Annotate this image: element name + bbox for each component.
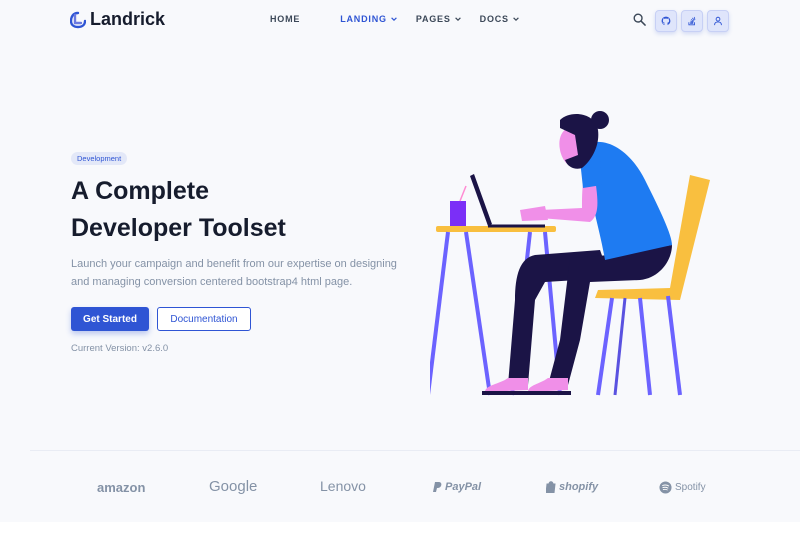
nav-item-pages[interactable]: PAGES — [416, 14, 462, 24]
laptop — [470, 174, 492, 226]
hero-description: Launch your campaign and benefit from ou… — [71, 258, 397, 288]
search-icon[interactable] — [633, 13, 646, 26]
nav-item-label: DOCS — [479, 14, 509, 24]
client-logo-spotify: Spotify — [659, 481, 706, 494]
client-logo-shopify: shopify — [546, 481, 598, 493]
client-name: amazon — [97, 480, 146, 495]
nav-item-home[interactable]: HOME — [270, 14, 300, 24]
client-logo-lenovo: Lenovo — [320, 478, 366, 494]
stackoverflow-button[interactable] — [681, 10, 703, 32]
spotify-icon — [659, 481, 672, 494]
brand-logo[interactable]: Landrick — [70, 9, 165, 30]
paypal-icon — [433, 481, 442, 492]
nav-item-label: LANDING — [340, 14, 387, 24]
nav-item-label: PAGES — [415, 14, 451, 24]
version-text: Current Version: v2.6.0 — [71, 343, 169, 354]
stackoverflow-icon — [688, 16, 696, 26]
chevron-down-icon — [513, 17, 519, 22]
client-logo-amazon: amazon — [97, 480, 145, 495]
get-started-button[interactable]: Get Started — [71, 307, 149, 331]
user-button[interactable] — [707, 10, 729, 32]
user-icon — [714, 16, 722, 26]
next-section — [0, 522, 800, 550]
shopify-bag-icon — [546, 481, 556, 493]
nav-item-landing[interactable]: LANDING — [340, 14, 398, 24]
nav-item-label: HOME — [270, 14, 301, 24]
client-name: shopify — [559, 481, 599, 493]
client-name: PayPal — [445, 481, 482, 493]
github-icon — [661, 16, 671, 26]
nav-item-docs[interactable]: DOCS — [480, 14, 520, 24]
client-name: Google — [209, 478, 258, 495]
client-logo-paypal: PayPal — [433, 481, 481, 493]
hero-title-line: A Complete — [71, 177, 209, 205]
client-name: Lenovo — [320, 478, 366, 494]
client-name: Spotify — [675, 482, 706, 493]
navbar: Landrick HOME LANDING PAGES DOCS — [0, 0, 800, 42]
category-badge: Development — [71, 152, 128, 165]
hero-title: A Complete Developer Toolset — [71, 173, 286, 247]
developer-illustration — [430, 111, 710, 396]
cup — [450, 201, 466, 226]
brand-name: Landrick — [90, 9, 166, 29]
chevron-down-icon — [454, 17, 461, 22]
nav-menu: HOME LANDING PAGES DOCS — [270, 14, 544, 24]
logo-mark-icon — [70, 11, 86, 28]
documentation-button[interactable]: Documentation — [157, 307, 251, 331]
github-button[interactable] — [655, 10, 677, 32]
client-logo-google: Google — [209, 478, 257, 495]
hero-title-line: Developer Toolset — [71, 214, 286, 242]
section-divider — [30, 450, 800, 451]
clients-logos: amazon Google Lenovo PayPal shopify Spot… — [0, 452, 800, 522]
chevron-down-icon — [390, 17, 397, 22]
